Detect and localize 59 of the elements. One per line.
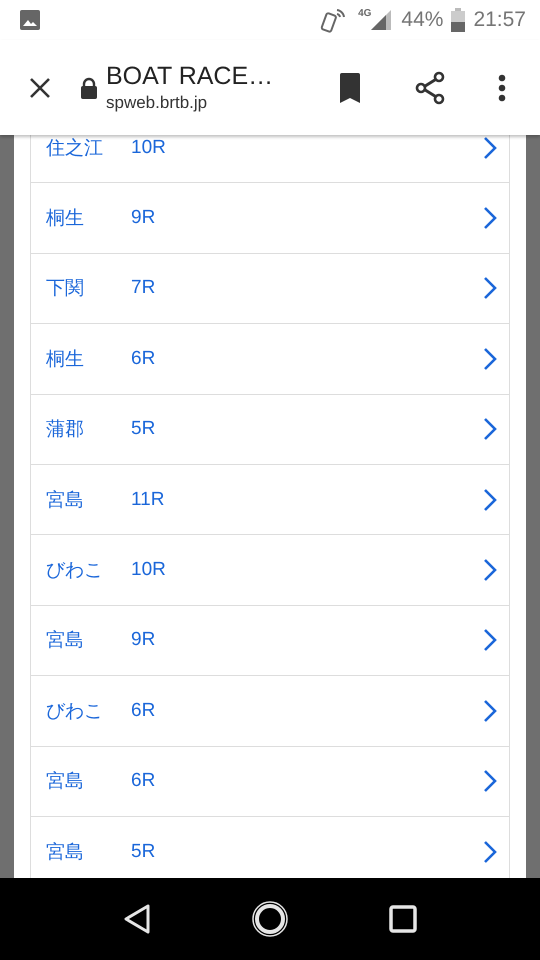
race-number: 7R: [131, 277, 156, 300]
home-icon: [250, 900, 289, 938]
clock-time: 21:57: [473, 8, 526, 32]
venue-name: びわこ: [46, 700, 104, 724]
lock-icon: [80, 76, 98, 98]
race-list-item[interactable]: 蒲郡 5R: [31, 394, 509, 465]
venue-name: 宮島: [46, 488, 85, 513]
share-icon: [413, 70, 447, 104]
chevron-right-icon: [483, 206, 497, 230]
chevron-right-icon: [483, 276, 497, 300]
race-list-item[interactable]: 宮島 6R: [31, 746, 509, 817]
recent-apps-icon: [389, 905, 418, 933]
page-url: spweb.brtb.jp: [106, 93, 208, 113]
image-icon: [18, 8, 42, 32]
back-icon: [122, 903, 151, 935]
battery-icon: [451, 8, 466, 32]
venue-name: びわこ: [46, 559, 104, 584]
signal-icon: [369, 8, 394, 32]
race-list-item[interactable]: 住之江 10R: [31, 135, 509, 184]
race-list-item[interactable]: 下関 7R: [31, 254, 509, 324]
chevron-right-icon: [483, 628, 497, 652]
race-number: 6R: [131, 770, 156, 792]
race-number: 9R: [131, 207, 156, 230]
race-list-item[interactable]: びわこ 6R: [31, 676, 509, 747]
race-list-item[interactable]: 宮島 9R: [31, 606, 509, 676]
venue-name: 桐生: [46, 207, 85, 232]
race-number: 6R: [131, 348, 156, 370]
close-icon: [28, 76, 52, 100]
venue-name: 桐生: [46, 348, 85, 372]
chevron-right-icon: [483, 346, 497, 371]
race-list-item[interactable]: びわこ 10R: [31, 535, 509, 606]
venue-name: 下関: [46, 277, 85, 302]
race-number: 6R: [131, 700, 156, 722]
venue-name: 蒲郡: [46, 418, 85, 442]
venue-name: 宮島: [46, 840, 85, 865]
venue-name: 宮島: [46, 629, 85, 654]
race-list-item[interactable]: 桐生 6R: [31, 324, 509, 395]
race-number: 11R: [131, 488, 166, 511]
chevron-right-icon: [483, 698, 497, 723]
race-list-item[interactable]: 桐生 9R: [31, 183, 509, 254]
bookmark-icon: [338, 72, 362, 104]
page-title: BOAT RACE…: [106, 62, 274, 91]
race-number: 10R: [131, 559, 167, 582]
chevron-right-icon: [483, 840, 497, 864]
chevron-right-icon: [483, 558, 497, 582]
chevron-right-icon: [483, 417, 497, 442]
chevron-right-icon: [483, 136, 497, 160]
race-number: 10R: [131, 136, 167, 159]
race-number: 5R: [131, 418, 156, 440]
network-type: 4G: [358, 8, 372, 19]
chevron-right-icon: [483, 488, 497, 512]
race-number: 5R: [131, 840, 156, 863]
venue-name: 住之江: [46, 136, 104, 161]
battery-percent: 44%: [401, 8, 444, 32]
chevron-right-icon: [483, 769, 497, 794]
race-number: 9R: [131, 629, 156, 652]
race-list-item[interactable]: 宮島 11R: [31, 464, 509, 536]
more-icon: [498, 74, 506, 102]
venue-name: 宮島: [46, 770, 85, 794]
